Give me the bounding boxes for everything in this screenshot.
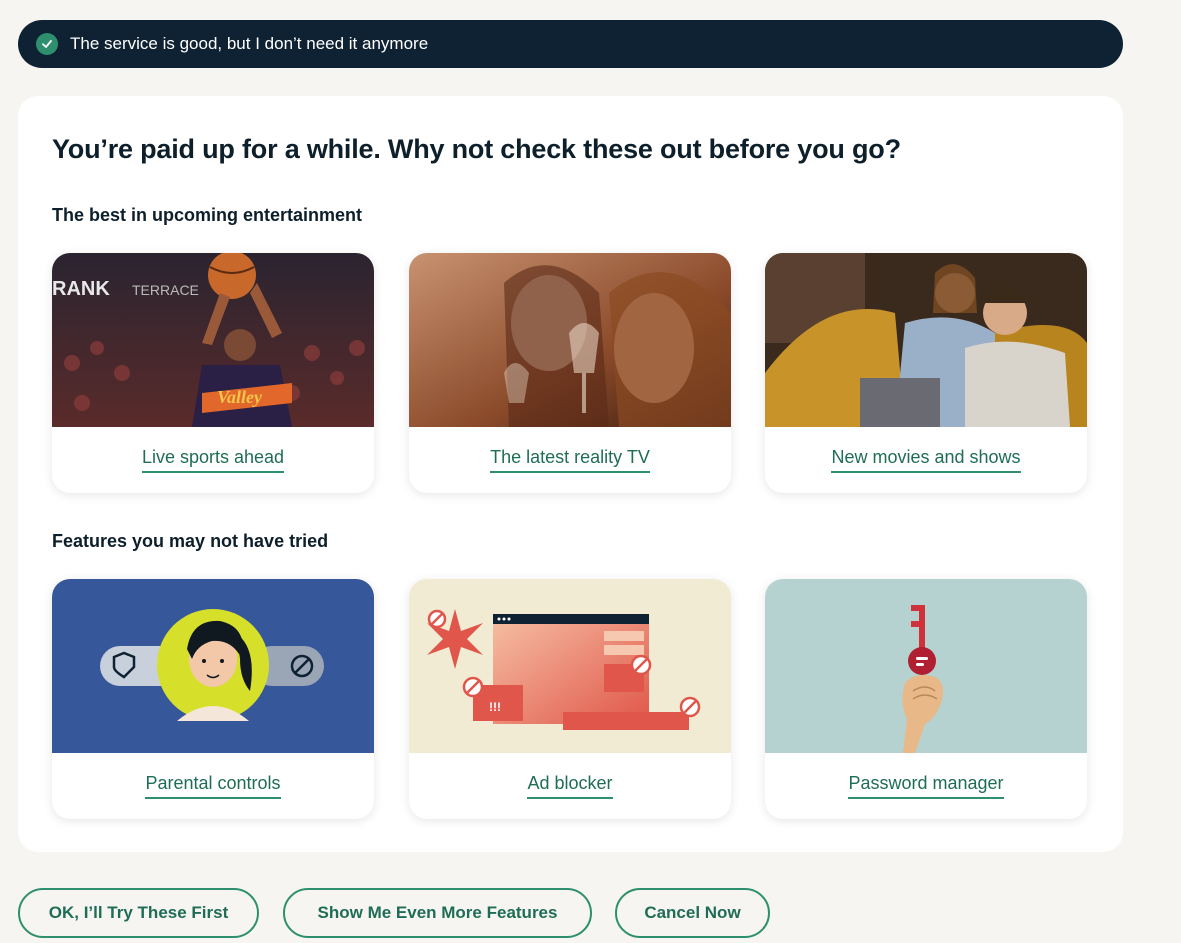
svg-text:RANK: RANK <box>52 278 110 300</box>
selected-reason-bar: The service is good, but I don’t need it… <box>18 20 1123 68</box>
card-movies-shows[interactable]: New movies and shows <box>765 253 1087 493</box>
card-live-sports[interactable]: RANK TERRACE Valley Live sports ahead <box>52 253 374 493</box>
show-more-features-button[interactable]: Show Me Even More Features <box>283 888 592 938</box>
card-label-parental-controls[interactable]: Parental controls <box>145 773 281 799</box>
card-label-movies-shows[interactable]: New movies and shows <box>831 447 1021 473</box>
card-label-reality-tv[interactable]: The latest reality TV <box>490 447 650 473</box>
offers-panel: You’re paid up for a while. Why not chec… <box>18 96 1123 852</box>
card-ad-blocker[interactable]: !!! Ad blocker <box>409 579 731 819</box>
card-label-live-sports[interactable]: Live sports ahead <box>141 447 285 473</box>
ad-blocker-illustration: !!! <box>409 579 731 753</box>
svg-text:!!!: !!! <box>489 700 501 714</box>
basketball-player-image: RANK TERRACE Valley <box>52 253 374 427</box>
card-parental-controls[interactable]: Parental controls <box>52 579 374 819</box>
cancel-now-button[interactable]: Cancel Now <box>615 888 770 938</box>
panel-heading: You’re paid up for a while. Why not chec… <box>52 134 901 164</box>
women-with-wine-image <box>409 253 731 427</box>
check-circle-icon <box>36 33 58 55</box>
password-key-illustration <box>765 579 1087 753</box>
card-label-password-manager[interactable]: Password manager <box>848 773 1004 799</box>
entertainment-section-title: The best in upcoming entertainment <box>52 205 363 225</box>
try-these-first-button[interactable]: OK, I’ll Try These First <box>18 888 259 938</box>
features-section-title: Features you may not have tried <box>52 531 329 551</box>
card-label-ad-blocker[interactable]: Ad blocker <box>527 773 613 799</box>
parental-controls-illustration <box>52 579 374 753</box>
card-password-manager[interactable]: Password manager <box>765 579 1087 819</box>
svg-text:Valley: Valley <box>217 387 263 407</box>
svg-text:TERRACE: TERRACE <box>132 282 199 298</box>
selected-reason-text: The service is good, but I don’t need it… <box>70 34 429 53</box>
card-reality-tv[interactable]: The latest reality TV <box>409 253 731 493</box>
couple-on-couch-image <box>765 253 1087 427</box>
